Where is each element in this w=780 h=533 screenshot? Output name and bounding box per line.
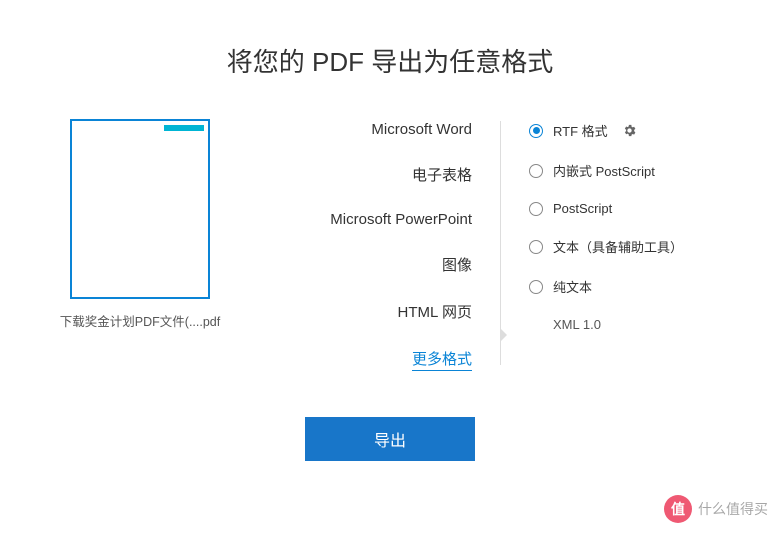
- option-postscript[interactable]: PostScript: [529, 201, 740, 216]
- file-panel: 下载奖金计划PDF文件(....pdf: [40, 119, 240, 371]
- radio-icon: [529, 202, 543, 216]
- option-label: PostScript: [553, 201, 612, 216]
- vertical-divider: [500, 121, 501, 365]
- option-label: XML 1.0: [553, 317, 601, 332]
- category-html[interactable]: HTML 网页: [398, 301, 472, 322]
- main-content: 下载奖金计划PDF文件(....pdf Microsoft Word 电子表格 …: [0, 119, 780, 371]
- option-embedded-ps[interactable]: 内嵌式 PostScript: [529, 161, 740, 180]
- category-powerpoint[interactable]: Microsoft PowerPoint: [330, 211, 472, 228]
- page-title: 将您的 PDF 导出为任意格式: [0, 0, 780, 119]
- category-spreadsheet[interactable]: 电子表格: [412, 164, 472, 185]
- radio-icon: [529, 240, 543, 254]
- option-text-accessible[interactable]: 文本（具备辅助工具）: [529, 237, 740, 256]
- watermark: 值 什么值得买: [664, 495, 768, 523]
- watermark-badge-icon: 值: [664, 495, 692, 523]
- radio-icon: [529, 280, 543, 294]
- option-label: RTF 格式: [553, 121, 608, 140]
- option-rtf[interactable]: RTF 格式: [529, 121, 740, 140]
- file-name-label: 下载奖金计划PDF文件(....pdf: [60, 311, 220, 330]
- option-label: 内嵌式 PostScript: [553, 161, 655, 180]
- category-image[interactable]: 图像: [442, 254, 472, 275]
- watermark-text: 什么值得买: [698, 499, 768, 519]
- option-label: 纯文本: [553, 277, 592, 296]
- category-more-formats[interactable]: 更多格式: [412, 348, 472, 371]
- category-word[interactable]: Microsoft Word: [371, 121, 472, 138]
- export-button[interactable]: 导出: [305, 417, 475, 461]
- radio-icon: [529, 164, 543, 178]
- category-list: Microsoft Word 电子表格 Microsoft PowerPoint…: [240, 119, 500, 371]
- file-thumbnail[interactable]: [70, 119, 210, 299]
- option-xml[interactable]: XML 1.0: [529, 317, 740, 332]
- radio-icon: [529, 124, 543, 138]
- option-label: 文本（具备辅助工具）: [553, 237, 683, 256]
- gear-icon[interactable]: [622, 123, 637, 138]
- options-list: RTF 格式 内嵌式 PostScript PostScript 文本（具备辅助…: [501, 119, 740, 371]
- option-plain-text[interactable]: 纯文本: [529, 277, 740, 296]
